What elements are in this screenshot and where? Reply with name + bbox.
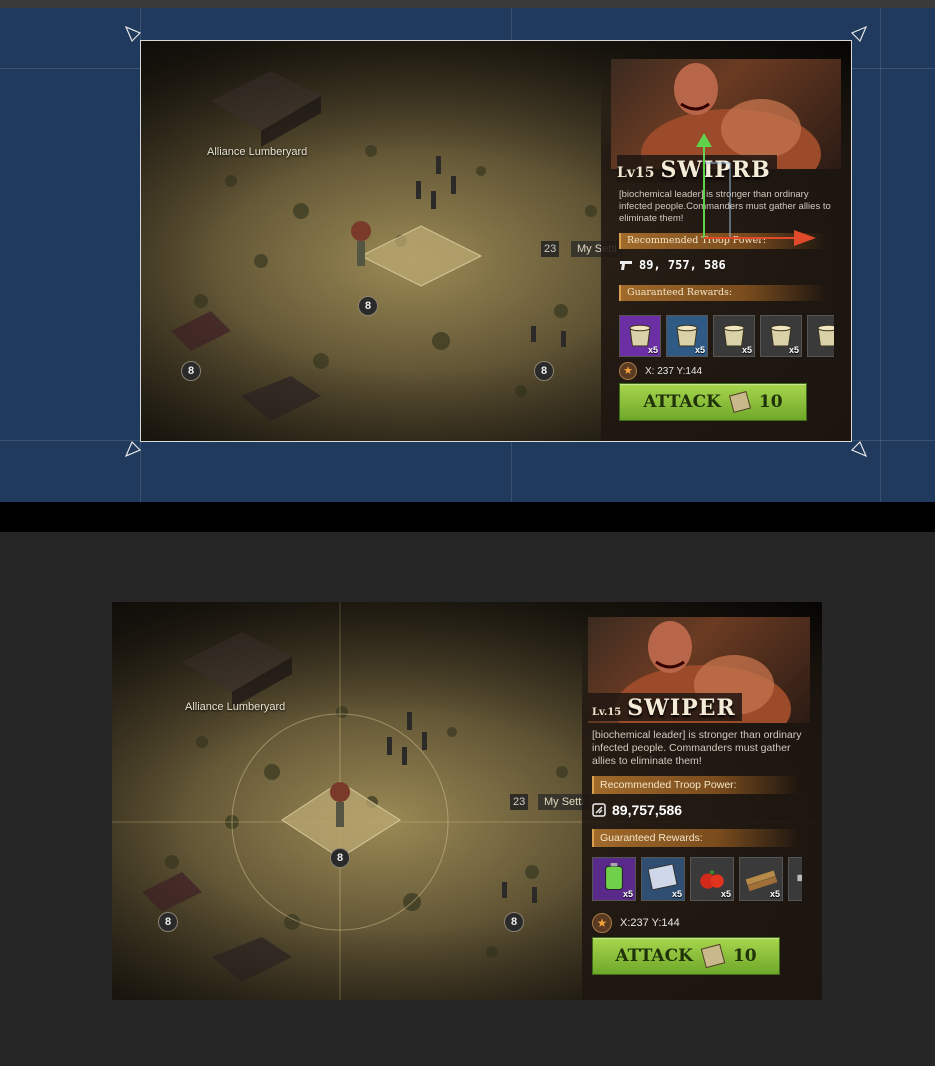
- power-row: 89, 757, 586: [619, 258, 726, 272]
- boss-name-row: Lv.15 SWIPER: [588, 693, 742, 721]
- coords-row[interactable]: ★ X: 237 Y:144: [619, 362, 702, 380]
- attack-label: ATTACK: [643, 392, 721, 412]
- reward-quantity: x5: [788, 345, 799, 355]
- power-icon: [592, 803, 606, 817]
- rewards-section-title: Guaranteed Rewards:: [592, 829, 800, 847]
- level-badge: 8: [504, 912, 524, 932]
- boss-level: Lv.15: [592, 707, 622, 718]
- reward-item[interactable]: x5: [619, 315, 661, 357]
- reward-item[interactable]: x5: [641, 857, 685, 901]
- attack-button[interactable]: ATTACK 10: [619, 383, 807, 421]
- metal-icon: [797, 874, 802, 882]
- boss-description: [biochemical leader] is stronger than or…: [592, 729, 802, 768]
- alliance-lumberyard-label[interactable]: Alliance Lumberyard: [207, 146, 307, 158]
- settlement-number: 23: [541, 241, 560, 257]
- stamina-can-icon: [700, 943, 726, 969]
- reward-quantity: x5: [720, 889, 731, 899]
- top-toolbar-strip: [0, 0, 935, 8]
- reward-item[interactable]: [807, 315, 834, 357]
- gun-icon: [620, 261, 632, 270]
- coords-text[interactable]: X: 237 Y:144: [645, 366, 702, 377]
- move-gizmo-icon[interactable]: [690, 133, 830, 258]
- rewards-list: x5 x5 x5 x5: [619, 315, 834, 357]
- star-icon: ★: [592, 913, 612, 933]
- reward-item[interactable]: x5: [666, 315, 708, 357]
- separator-bar: [0, 502, 935, 532]
- attack-cost: 10: [758, 392, 783, 412]
- coords-text[interactable]: X:237 Y:144: [620, 917, 680, 929]
- reward-item[interactable]: x5: [592, 857, 636, 901]
- alliance-lumberyard-label[interactable]: Alliance Lumberyard: [185, 701, 285, 713]
- coords-row[interactable]: ★ X:237 Y:144: [592, 913, 680, 933]
- settlement-number: 23: [510, 794, 529, 810]
- reward-quantity: x5: [622, 889, 633, 899]
- target-level-badge: 8: [330, 848, 350, 868]
- game-view[interactable]: Alliance Lumberyard 8 8 8 23 My Settl Lv…: [112, 602, 822, 1000]
- level-badge: 8: [158, 912, 178, 932]
- reward-item[interactable]: x5: [739, 857, 783, 901]
- reward-quantity: x5: [671, 889, 682, 899]
- grid-line: [880, 8, 881, 502]
- rewards-section-title: Guaranteed Rewards:: [619, 285, 827, 301]
- level-badge: 8: [534, 361, 554, 381]
- power-row: 89,757,586: [592, 802, 682, 818]
- reward-item[interactable]: x5: [690, 857, 734, 901]
- reward-quantity: x5: [769, 889, 780, 899]
- bucket-icon: [817, 324, 834, 347]
- power-value: 89,757,586: [612, 802, 683, 818]
- boss-name: SWIPER: [627, 695, 736, 721]
- reward-quantity: x5: [741, 345, 752, 355]
- attack-cost: 10: [732, 946, 757, 966]
- power-value: 89, 757, 586: [639, 258, 726, 272]
- reward-item[interactable]: x5: [713, 315, 755, 357]
- level-badge: 8: [181, 361, 201, 381]
- rewards-list: x5 x5 x5 x5: [592, 857, 802, 901]
- boss-level: Lv15: [617, 165, 655, 181]
- editor-scene-view[interactable]: Alliance Lumberyard 8 8 8 23 My Settl Lv…: [0, 8, 935, 502]
- reward-quantity: x5: [647, 345, 658, 355]
- reward-item[interactable]: x5: [760, 315, 802, 357]
- boss-info-panel: Lv.15 SWIPER [biochemical leader] is str…: [582, 617, 822, 1000]
- reward-quantity: x5: [694, 345, 705, 355]
- stamina-can-icon: [728, 390, 751, 414]
- reward-item[interactable]: [788, 857, 802, 901]
- attack-button[interactable]: ATTACK 10: [592, 937, 780, 975]
- attack-label: ATTACK: [615, 946, 693, 966]
- target-level-badge: 8: [358, 296, 378, 316]
- power-section-title: Recommended Troop Power:: [592, 776, 800, 794]
- star-icon: ★: [619, 362, 637, 380]
